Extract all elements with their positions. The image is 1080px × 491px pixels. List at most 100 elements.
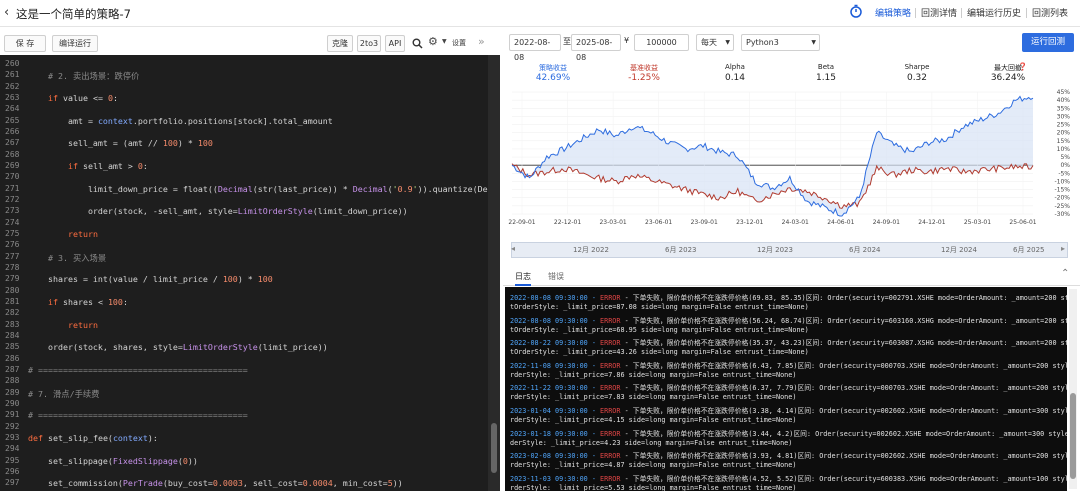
tab-error[interactable]: 错误 — [548, 271, 564, 282]
code-editor[interactable]: 260 261 # 2. 卖出场景：跌停价 262 263 if value <= 0… — [0, 55, 500, 491]
settings-label[interactable]: 设置 — [452, 38, 466, 48]
code-line[interactable]: shares = int(value / limit_price / 100) … — [28, 274, 273, 284]
y-tick-label: 0% — [1060, 162, 1070, 169]
save-button[interactable]: 保 存 — [4, 35, 46, 52]
returns-chart: 45%40%35%30%25%20%15%10%5%0%-5%-10%-15%-… — [508, 89, 1071, 226]
x-tick-label: 23-12-01 — [736, 219, 763, 226]
y-tick-label: -10% — [1054, 178, 1070, 185]
stat-label: 最大回撤 — [994, 64, 1022, 72]
y-tick-label: 35% — [1057, 105, 1071, 112]
x-tick-label: 25-03-01 — [964, 219, 991, 226]
api-button[interactable]: API — [385, 35, 405, 52]
line-number: 291 — [5, 410, 20, 420]
code-line[interactable]: return — [28, 229, 98, 239]
line-number: 278 — [5, 262, 20, 272]
search-icon[interactable] — [412, 38, 423, 49]
code-line[interactable]: if value <= 0: — [28, 93, 118, 103]
stat-value: 42.69% — [535, 73, 571, 83]
code-line[interactable]: sell_amt = (amt // 100) * 100 — [28, 138, 213, 148]
log-entry: 2023-02-08 09:30:00 - ERROR - 下单失败，限价单价格… — [510, 452, 1067, 461]
code-line[interactable]: # ======================================… — [28, 365, 248, 375]
line-number: 283 — [5, 319, 20, 329]
frequency-select[interactable]: 每天 ▼ — [696, 34, 734, 51]
code-line[interactable]: order(stock, -sell_amt, style=LimitOrder… — [28, 206, 408, 216]
capital-input[interactable]: 100000 — [634, 34, 689, 51]
line-number: 289 — [5, 387, 20, 397]
x-tick-label: 22-09-01 — [508, 219, 535, 226]
log-entry-continuation: rderStyle: _limit_price=7.86 side=long m… — [510, 370, 797, 379]
line-number: 276 — [5, 240, 20, 250]
x-tick-label: 24-03-01 — [782, 219, 809, 226]
stat-label: Sharpe — [904, 63, 930, 71]
x-tick-label: 23-03-01 — [599, 219, 626, 226]
stat-label: Alpha — [725, 63, 745, 71]
compile-run-button[interactable]: 编译运行 — [52, 35, 98, 52]
tab-backtest-detail[interactable]: 回测详情 — [921, 6, 957, 19]
tab-run-history[interactable]: 编辑运行历史 — [967, 6, 1021, 19]
code-line[interactable]: if sell_amt > 0: — [28, 161, 148, 171]
stat-label: Beta — [817, 63, 835, 71]
y-tick-label: 30% — [1057, 113, 1071, 120]
tab-backtest-list[interactable]: 回测列表 — [1032, 6, 1068, 19]
stat-label: 策略收益 — [539, 64, 567, 72]
collapse-icon[interactable]: » — [478, 35, 485, 48]
code-line[interactable]: amt = context.portfolio.positions[stock]… — [28, 116, 333, 126]
stat-value: 0.32 — [906, 73, 928, 83]
log-entry: 2023-01-04 09:30:00 - ERROR - 下单失败，限价单价格… — [510, 407, 1067, 415]
y-tick-label: 45% — [1057, 89, 1071, 96]
line-number: 275 — [5, 228, 20, 238]
editor-scroll-thumb[interactable] — [491, 423, 497, 473]
tab-log[interactable]: 日志 — [515, 271, 531, 286]
start-date-input[interactable]: 2022-08-08 — [509, 34, 561, 62]
x-tick-label: 24-06-01 — [827, 219, 854, 226]
python-select[interactable]: Python3 ▼ — [741, 34, 820, 51]
code-line[interactable]: set_slippage(FixedSlippage(0)) — [28, 456, 198, 466]
code-line[interactable]: limit_down_price = float((Decimal(str(la… — [28, 184, 500, 194]
clone-button[interactable]: 克隆 — [327, 35, 353, 52]
expand-icon[interactable]: ⌃ — [1061, 268, 1069, 279]
log-scroll-thumb[interactable] — [1070, 393, 1076, 479]
line-number: 260 — [5, 59, 20, 68]
code-line[interactable]: order(stock, shares, style=LimitOrderSty… — [28, 342, 328, 352]
line-number: 285 — [5, 342, 20, 352]
end-date-input[interactable]: 2025-08-08 — [571, 34, 621, 62]
log-entry: 2022-08-08 09:30:00 - ERROR - 下单失败，限价单价格… — [510, 294, 1067, 302]
gear-icon[interactable]: ⚙ — [428, 35, 438, 48]
code-line[interactable]: # 3. 买入场景 — [28, 252, 106, 264]
line-number: 274 — [5, 217, 20, 227]
nav-right-icon[interactable]: ▸ — [1061, 244, 1065, 253]
code-line[interactable]: if shares < 100: — [28, 297, 128, 307]
help-icon[interactable]: ❓ — [1018, 62, 1027, 71]
line-number: 270 — [5, 172, 20, 182]
y-tick-label: -25% — [1054, 203, 1070, 210]
code-line[interactable]: # ======================================… — [28, 410, 248, 420]
line-number: 295 — [5, 455, 20, 465]
code-line[interactable]: return — [28, 320, 98, 330]
y-tick-label: 25% — [1057, 122, 1071, 129]
code-line[interactable]: def set_slip_fee(context): — [28, 433, 158, 443]
navigator-label: 12月 2023 — [757, 246, 793, 254]
code-line[interactable]: # 2. 卖出场景：跌停价 — [28, 70, 139, 82]
line-number: 262 — [5, 81, 20, 91]
line-number: 290 — [5, 398, 20, 408]
log-entry: 2023-01-18 09:30:00 - ERROR - 下单失败，限价单价格… — [510, 429, 1067, 438]
navigator-label: 12月 2022 — [573, 246, 609, 254]
dropdown-caret-icon[interactable]: ▼ — [442, 38, 447, 45]
code-line[interactable]: # 7. 滑点/手续费 — [28, 388, 99, 400]
log-console[interactable]: 2022-08-08 09:30:00 - ERROR - 下单失败，限价单价格… — [505, 287, 1067, 491]
line-number: 282 — [5, 308, 20, 318]
run-backtest-button[interactable]: 运行回测 — [1022, 33, 1074, 52]
currency-label: ¥ — [624, 36, 630, 45]
line-number: 297 — [5, 478, 20, 488]
y-tick-label: 40% — [1057, 97, 1071, 104]
tab-edit-strategy[interactable]: 编辑策略 — [875, 6, 911, 19]
stat-value: 1.15 — [815, 73, 837, 83]
x-tick-label: 24-12-01 — [918, 219, 945, 226]
nav-left-icon[interactable]: ◂ — [511, 244, 515, 253]
timer-icon[interactable] — [849, 4, 863, 18]
backtest-panel: 2022-08-08 至 2025-08-08 ¥ 100000 每天 ▼ Pyt… — [503, 27, 1080, 491]
y-tick-label: 10% — [1057, 146, 1071, 153]
2to3-button[interactable]: 2to3 — [357, 35, 381, 52]
code-line[interactable]: set_commission(PerTrade(buy_cost=0.0003,… — [28, 478, 403, 488]
back-icon[interactable]: ‹ — [4, 5, 9, 20]
